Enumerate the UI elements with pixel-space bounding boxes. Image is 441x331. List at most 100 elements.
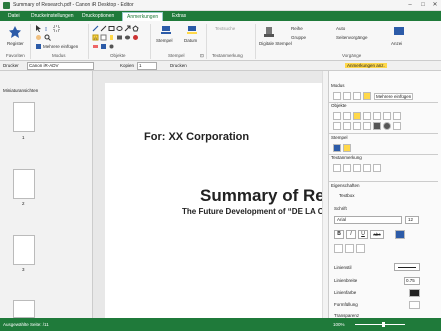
arrow-icon[interactable] <box>124 25 131 32</box>
linienbreite-label: Linienbreite <box>334 278 358 283</box>
underline-button[interactable]: U <box>358 230 368 239</box>
modus-snapshot-tool[interactable] <box>353 92 361 100</box>
align-right-button[interactable] <box>356 244 365 253</box>
zoom-slider[interactable] <box>355 324 405 325</box>
strikethrough-button[interactable]: abc <box>370 230 384 239</box>
font-name-select[interactable]: Arial <box>334 216 402 224</box>
color-icon[interactable] <box>100 43 107 50</box>
tab-druckoptionen[interactable]: Druckoptionen <box>78 12 118 21</box>
obj-filled-ellipse-tool[interactable] <box>383 122 391 130</box>
select-arrow-icon[interactable] <box>35 25 42 32</box>
font-size-select[interactable]: 12 <box>405 216 419 224</box>
obj-ellipse-tool[interactable] <box>393 112 401 120</box>
thumbnail-page[interactable] <box>13 235 35 265</box>
filled-ellipse-icon[interactable] <box>124 34 131 41</box>
section-eigenschaften: Eigenschaften <box>331 183 360 188</box>
obj-line-tool[interactable] <box>343 112 351 120</box>
obj-color-tool[interactable] <box>363 122 371 130</box>
thumbnail-panel-title: Miniaturansichten <box>3 88 39 93</box>
textanm-tool[interactable] <box>333 164 341 172</box>
zoom-slider-handle[interactable] <box>382 322 385 327</box>
eraser-icon[interactable] <box>92 43 99 50</box>
section-stempel: Stempel <box>331 135 348 140</box>
font-color-button[interactable] <box>395 230 405 239</box>
tab-druckeinstellungen[interactable]: Druckeinstellungen <box>27 12 78 21</box>
kopien-stepper[interactable]: 1 <box>137 62 157 70</box>
mehrere-einfuegen-button[interactable]: Mehrere einfügen <box>43 44 78 49</box>
highlighter-icon[interactable] <box>108 34 115 41</box>
tab-anmerkungen[interactable]: Anmerkungen <box>122 12 164 21</box>
thumbnail-page[interactable] <box>13 300 35 318</box>
seitenvorgaenge-button[interactable]: Seitenvorgänge <box>336 35 368 40</box>
bold-button[interactable]: B <box>334 230 344 239</box>
close-button[interactable]: ✕ <box>429 1 441 9</box>
minimize-button[interactable]: – <box>404 1 416 9</box>
textanm-tool[interactable] <box>353 164 361 172</box>
textanm-tool[interactable] <box>343 164 351 172</box>
linienbreite-field[interactable]: 0.75 <box>404 277 420 285</box>
linienstil-select[interactable] <box>394 263 420 271</box>
obj-eraser-tool[interactable] <box>353 122 361 130</box>
align-center-button[interactable] <box>345 244 354 253</box>
textsuche-button[interactable]: Textsuche <box>215 26 235 31</box>
document-page[interactable]: For: XX Corporation Summary of Rese The … <box>105 83 333 318</box>
obj-arrow-tool[interactable] <box>333 122 341 130</box>
auto-button[interactable]: Auto <box>336 26 345 31</box>
tab-extras[interactable]: Extras <box>168 12 190 21</box>
zoom-level: 100% <box>333 322 345 327</box>
modus-highlight-tool[interactable] <box>363 92 371 100</box>
pen-icon[interactable] <box>92 25 99 32</box>
linienstil-label: Linienstil <box>334 265 352 270</box>
obj-pen-tool[interactable] <box>333 112 341 120</box>
polygon-icon[interactable] <box>132 25 139 32</box>
stempel-button[interactable]: Stempel <box>156 38 173 43</box>
datum-icon <box>187 26 197 34</box>
textanm-tool[interactable] <box>373 164 381 172</box>
align-left-button[interactable] <box>334 244 343 253</box>
anzeige-button[interactable]: Anzei <box>391 41 402 46</box>
datum-button[interactable]: Datum <box>184 38 197 43</box>
modus-select-tool[interactable] <box>333 92 341 100</box>
maximize-button[interactable]: □ <box>417 1 429 9</box>
obj-note-tool[interactable] <box>363 112 371 120</box>
stamp-tool[interactable] <box>333 144 341 152</box>
tab-datei[interactable]: Datei <box>4 12 24 21</box>
obj-link-tool[interactable] <box>393 122 401 130</box>
gruppe-button[interactable]: Gruppe <box>291 35 306 40</box>
thumbnail-page[interactable] <box>13 102 35 132</box>
italic-button[interactable]: I <box>346 230 356 239</box>
obj-highlighter-tool[interactable] <box>373 112 381 120</box>
thumbnail-panel: Miniaturansichten 1 2 3 <box>0 71 93 318</box>
linienfarbe-button[interactable] <box>409 289 420 297</box>
obj-textbox-tool[interactable] <box>353 112 361 120</box>
obj-polygon-tool[interactable] <box>343 122 351 130</box>
group-objekte-label: Objekte <box>110 53 126 58</box>
snapshot-icon[interactable] <box>53 25 60 32</box>
textanm-tool[interactable] <box>363 164 371 172</box>
obj-rect-tool[interactable] <box>383 112 391 120</box>
drucker-select[interactable]: Canon iR-ADV <box>27 62 94 70</box>
drucken-button[interactable]: Drucken <box>170 63 187 68</box>
stamp-small-icon[interactable] <box>132 34 139 41</box>
modus-text-tool[interactable] <box>343 92 351 100</box>
anmerkungen-anzeigen-button[interactable]: Anmerkungen anz. <box>345 63 387 68</box>
line-icon[interactable] <box>100 25 107 32</box>
hand-icon[interactable] <box>35 34 42 41</box>
filled-rect-icon[interactable] <box>116 34 123 41</box>
ellipse-icon[interactable] <box>116 25 123 32</box>
date-stamp-tool[interactable] <box>343 144 351 152</box>
rectangle-icon[interactable] <box>108 25 115 32</box>
thumbnail-page[interactable] <box>13 169 35 199</box>
register-button[interactable]: Register <box>7 41 24 46</box>
reihe-button[interactable]: Reihe <box>291 26 303 31</box>
formfuellung-button[interactable] <box>409 301 420 309</box>
textbox-icon[interactable]: A <box>92 34 99 41</box>
link-icon[interactable] <box>108 43 115 50</box>
obj-filled-rect-tool[interactable] <box>373 122 381 130</box>
text-select-icon[interactable]: I <box>44 25 51 32</box>
digitale-stempel-button[interactable]: Digitale Stempel <box>259 41 292 46</box>
stempel-settings-icon[interactable]: ⊡ <box>200 53 204 59</box>
note-icon[interactable] <box>100 34 107 41</box>
zoom-icon[interactable] <box>44 34 51 41</box>
mehrere-einfuegen-panel-button[interactable]: Mehrere einfügen <box>374 93 414 100</box>
